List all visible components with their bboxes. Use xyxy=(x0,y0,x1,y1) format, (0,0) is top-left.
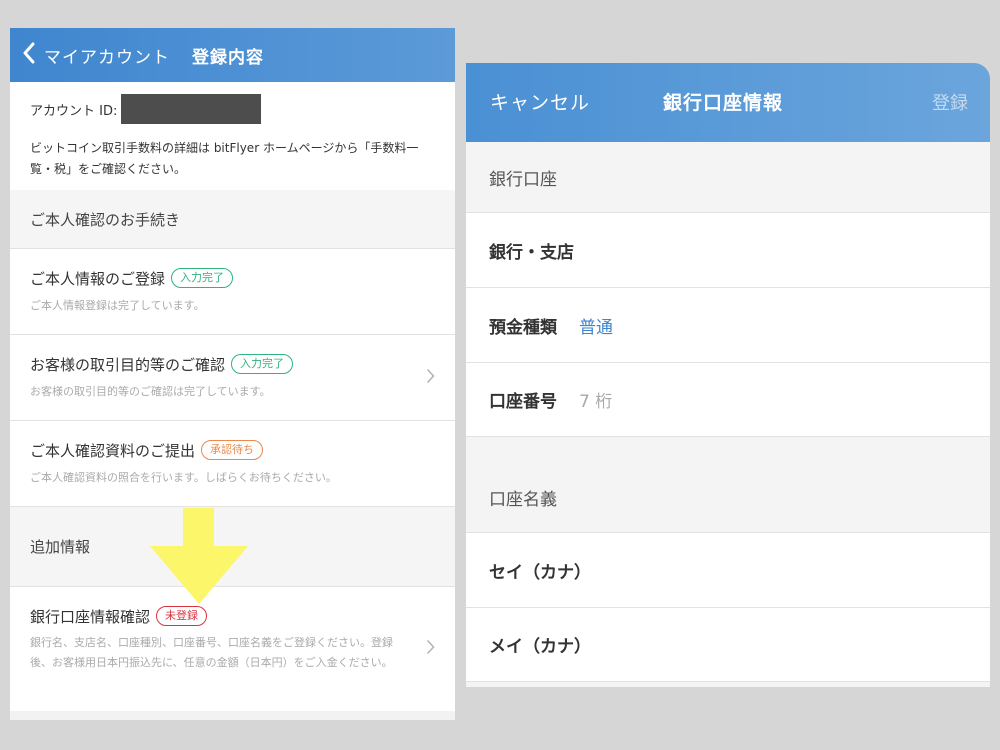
list-item-personal-info[interactable]: ご本人情報のご登録 入力完了 ご本人情報登録は完了しています。 xyxy=(10,248,455,334)
field-label: セイ（カナ） xyxy=(489,562,591,583)
field-label: 預金種類 xyxy=(489,317,557,338)
deposit-type-field[interactable]: 預金種類 普通 xyxy=(466,287,990,362)
bank-branch-field[interactable]: 銀行・支店 xyxy=(466,212,990,287)
item-title: 銀行口座情報確認 xyxy=(30,607,151,626)
deposit-type-value[interactable]: 普通 xyxy=(579,313,613,338)
field-label: 口座番号 xyxy=(489,392,557,412)
section-gap xyxy=(466,437,990,461)
account-number-placeholder[interactable]: 7 桁 xyxy=(579,387,612,412)
nav-bar: キャンセル 銀行口座情報 登録 xyxy=(466,63,990,142)
status-badge: 未登録 xyxy=(156,606,208,626)
bank-section-header: 銀行口座 xyxy=(466,142,990,212)
item-title: ご本人情報のご登録 xyxy=(30,269,166,288)
page-title: 銀行口座情報 xyxy=(663,92,784,114)
account-registration-panel: マイアカウント 登録内容 アカウント ID: ビットコイン取引手数料の詳細は b… xyxy=(10,28,455,720)
item-title: お客様の取引目的等のご確認 xyxy=(30,355,226,374)
bank-account-form-panel: キャンセル 銀行口座情報 登録 銀行口座 銀行・支店 預金種類 普通 口座番号 … xyxy=(466,63,990,687)
chevron-right-icon xyxy=(426,639,435,659)
account-id-redacted xyxy=(121,94,262,124)
item-subtitle: ご本人情報登録は完了しています。 xyxy=(30,299,205,312)
status-badge: 承認待ち xyxy=(201,440,264,460)
item-title: ご本人確認資料のご提出 xyxy=(30,441,196,460)
back-button[interactable]: マイアカウント xyxy=(10,42,170,68)
chevron-left-icon xyxy=(22,42,36,68)
register-button[interactable]: 登録 xyxy=(932,89,968,115)
list-item-bank-account[interactable]: 銀行口座情報確認 未登録 銀行名、支店名、口座種別、口座番号、口座名義をご登録く… xyxy=(10,586,455,711)
chevron-right-icon xyxy=(426,368,435,388)
sei-kana-field[interactable]: セイ（カナ） xyxy=(466,532,990,607)
fee-note: ビットコイン取引手数料の詳細は bitFlyer ホームページから「手数料一覧・… xyxy=(30,141,419,176)
page-title: 登録内容 xyxy=(192,47,264,68)
identity-section-header: ご本人確認のお手続き xyxy=(10,190,455,248)
item-subtitle: お客様の取引目的等のご確認は完了しています。 xyxy=(30,385,271,398)
list-item-identity-docs[interactable]: ご本人確認資料のご提出 承認待ち ご本人確認資料の照合を行います。しばらくお待ち… xyxy=(10,420,455,506)
status-badge: 入力完了 xyxy=(231,354,294,374)
back-label: マイアカウント xyxy=(44,47,170,68)
nav-bar: マイアカウント 登録内容 xyxy=(10,28,455,82)
status-badge: 入力完了 xyxy=(171,268,234,288)
account-info: アカウント ID: ビットコイン取引手数料の詳細は bitFlyer ホームペー… xyxy=(10,82,455,190)
field-label: 銀行・支店 xyxy=(489,242,574,263)
mei-kana-field[interactable]: メイ（カナ） xyxy=(466,607,990,682)
account-id-label: アカウント ID: xyxy=(30,103,118,119)
cancel-button[interactable]: キャンセル xyxy=(490,88,590,115)
item-subtitle: ご本人確認資料の照合を行います。しばらくお待ちください。 xyxy=(30,471,337,484)
account-number-field[interactable]: 口座番号 7 桁 xyxy=(466,362,990,437)
field-label: メイ（カナ） xyxy=(489,637,591,657)
list-item-trade-purpose[interactable]: お客様の取引目的等のご確認 入力完了 お客様の取引目的等のご確認は完了しています… xyxy=(10,334,455,420)
down-arrow-icon xyxy=(150,508,248,604)
holder-section-header: 口座名義 xyxy=(466,461,990,532)
item-subtitle: 銀行名、支店名、口座種別、口座番号、口座名義をご登録ください。登録後、お客様用日… xyxy=(30,636,393,669)
